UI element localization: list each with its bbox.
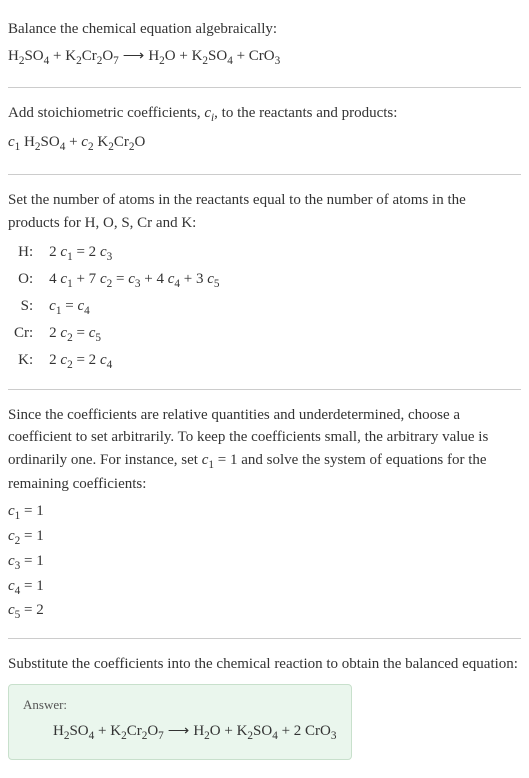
equation-cell: 4 c1 + 7 c2 = c3 + 4 c4 + 3 c5 — [43, 267, 225, 294]
intro-text-5: Substitute the coefficients into the che… — [8, 653, 521, 676]
answer-label: Answer: — [23, 695, 337, 715]
divider — [8, 174, 521, 175]
element-label: H: — [8, 240, 43, 267]
table-row: O: 4 c1 + 7 c2 = c3 + 4 c4 + 3 c5 — [8, 267, 226, 294]
section-solve: Since the coefficients are relative quan… — [8, 396, 521, 633]
balanced-equation: H2SO4 + K2Cr2O7 ⟶ H2O + K2SO4 + 2 CrO3 — [23, 720, 337, 745]
section-answer: Substitute the coefficients into the che… — [8, 645, 521, 768]
table-row: S: c1 = c4 — [8, 294, 226, 321]
arrow-icon: ⟶ — [123, 45, 145, 68]
equation-cell: 2 c2 = c5 — [43, 321, 225, 348]
table-row: H: 2 c1 = 2 c3 — [8, 240, 226, 267]
intro-text-1: Balance the chemical equation algebraica… — [8, 18, 521, 41]
element-label: K: — [8, 348, 43, 375]
arrow-icon: ⟶ — [168, 720, 190, 743]
equation-cell: 2 c1 = 2 c3 — [43, 240, 225, 267]
answer-box: Answer: H2SO4 + K2Cr2O7 ⟶ H2O + K2SO4 + … — [8, 684, 352, 760]
divider — [8, 389, 521, 390]
section-atom-equations: Set the number of atoms in the reactants… — [8, 181, 521, 382]
intro-text-3: Set the number of atoms in the reactants… — [8, 189, 521, 234]
coeff-row: c3 = 1 — [8, 550, 521, 575]
section-add-coefficients: Add stoichiometric coefficients, ci, to … — [8, 94, 521, 168]
element-label: S: — [8, 294, 43, 321]
section-balance-intro: Balance the chemical equation algebraica… — [8, 10, 521, 81]
table-row: Cr: 2 c2 = c5 — [8, 321, 226, 348]
divider — [8, 638, 521, 639]
intro-text-2: Add stoichiometric coefficients, ci, to … — [8, 102, 521, 127]
coeff-row: c4 = 1 — [8, 575, 521, 600]
intro-text-4: Since the coefficients are relative quan… — [8, 404, 521, 496]
element-label: Cr: — [8, 321, 43, 348]
table-row: K: 2 c2 = 2 c4 — [8, 348, 226, 375]
equation-with-coefficients: c1 H2SO4 + c2 K2Cr2O — [8, 131, 521, 156]
divider — [8, 87, 521, 88]
coeff-row: c2 = 1 — [8, 525, 521, 550]
equation-cell: c1 = c4 — [43, 294, 225, 321]
equation-cell: 2 c2 = 2 c4 — [43, 348, 225, 375]
element-label: O: — [8, 267, 43, 294]
atom-balance-table: H: 2 c1 = 2 c3 O: 4 c1 + 7 c2 = c3 + 4 c… — [8, 240, 226, 374]
equation-unbalanced: H2SO4 + K2Cr2O7 ⟶ H2O + K2SO4 + CrO3 — [8, 45, 521, 70]
coeff-row: c1 = 1 — [8, 500, 521, 525]
coeff-row: c5 = 2 — [8, 599, 521, 624]
coefficient-list: c1 = 1 c2 = 1 c3 = 1 c4 = 1 c5 = 2 — [8, 500, 521, 624]
